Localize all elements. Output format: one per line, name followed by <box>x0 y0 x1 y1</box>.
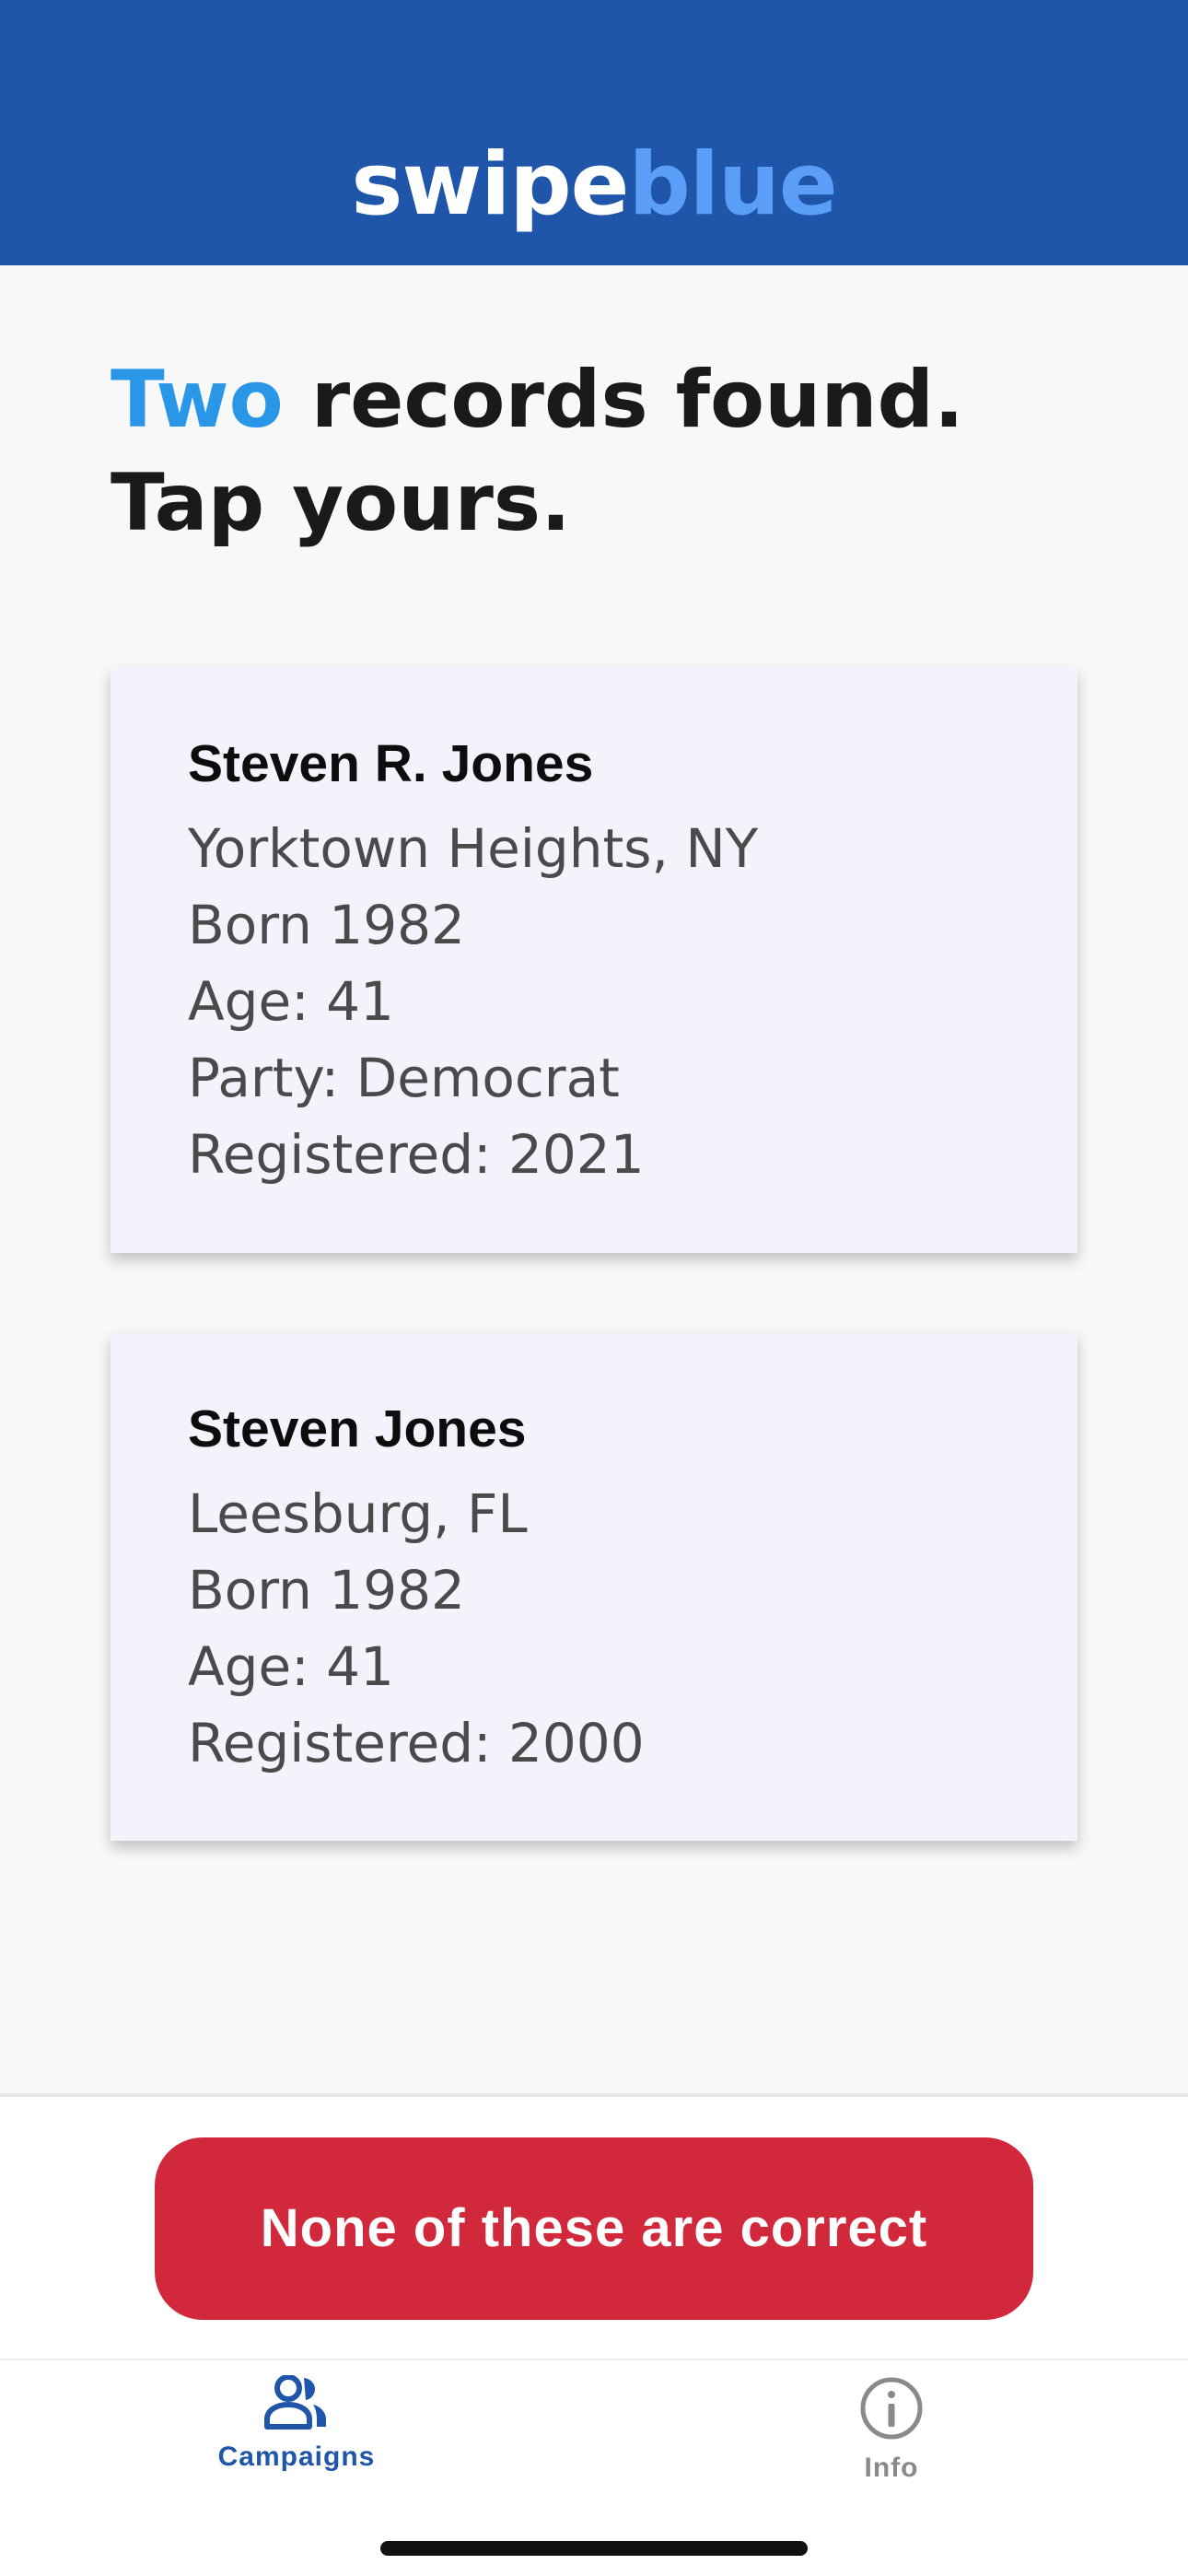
tab-label-info: Info <box>864 2453 919 2483</box>
logo-text-blue: blue <box>628 135 837 235</box>
record-card[interactable]: Steven R. Jones Yorktown Heights, NY Bor… <box>111 667 1077 1253</box>
app-logo: swipeblue <box>0 135 1188 235</box>
record-location: Yorktown Heights, NY <box>188 817 759 880</box>
tab-campaigns[interactable]: Campaigns <box>158 2375 435 2473</box>
record-registered: Registered: 2021 <box>188 1123 645 1186</box>
logo-text-swipe: swipe <box>351 135 629 235</box>
info-icon <box>860 2377 923 2440</box>
record-born: Born 1982 <box>188 894 465 956</box>
title-line2: Tap yours. <box>111 457 571 549</box>
record-name: Steven Jones <box>188 1399 527 1458</box>
app-header: swipeblue <box>0 0 1188 265</box>
home-indicator <box>380 2541 808 2556</box>
record-party: Party: Democrat <box>188 1047 620 1109</box>
record-born: Born 1982 <box>188 1559 465 1622</box>
people-icon <box>264 2375 326 2430</box>
record-card[interactable]: Steven Jones Leesburg, FL Born 1982 Age:… <box>111 1332 1077 1841</box>
record-name: Steven R. Jones <box>188 734 594 793</box>
title-rest: records found. <box>283 354 964 446</box>
record-age: Age: 41 <box>188 970 394 1033</box>
record-age: Age: 41 <box>188 1635 394 1698</box>
record-registered: Registered: 2000 <box>188 1712 645 1774</box>
tab-info[interactable]: Info <box>753 2375 1030 2484</box>
tab-label-campaigns: Campaigns <box>217 2441 376 2472</box>
page-title: Two records found. Tap yours. <box>111 348 1124 555</box>
title-accent: Two <box>111 354 284 446</box>
record-location: Leesburg, FL <box>188 1482 528 1545</box>
tab-bar-divider <box>0 2359 1188 2360</box>
none-correct-button[interactable]: None of these are correct <box>155 2137 1033 2320</box>
